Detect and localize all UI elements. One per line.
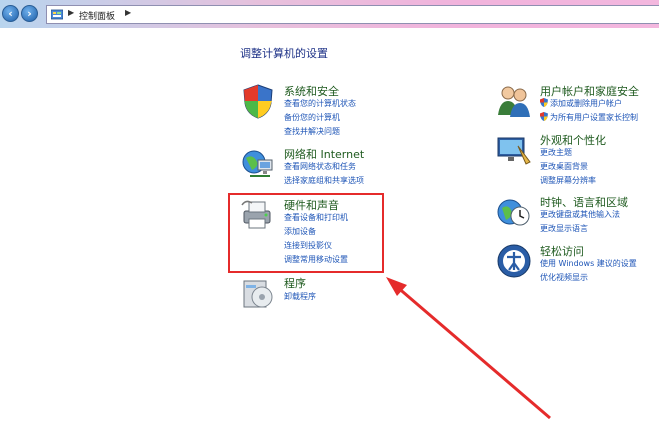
annotation-arrow — [386, 277, 551, 420]
